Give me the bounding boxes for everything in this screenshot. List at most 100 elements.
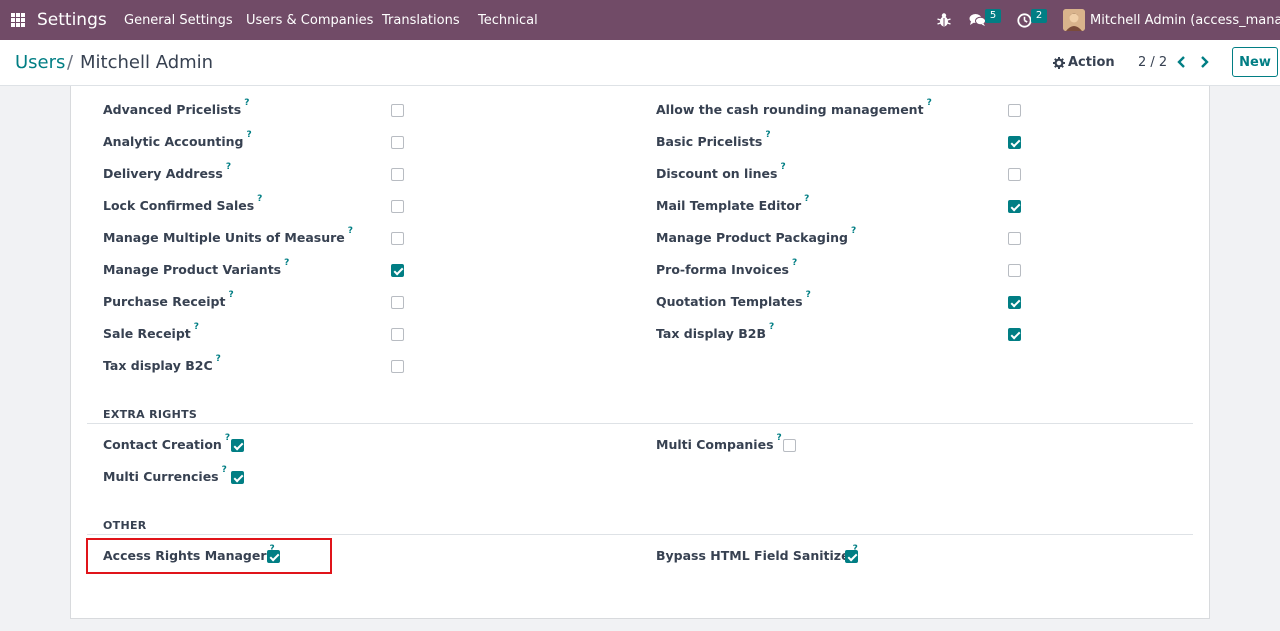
field-label: Manage Product Packaging [656, 229, 848, 245]
checkbox-delivery-address[interactable] [391, 168, 404, 181]
checkbox-product-variants[interactable] [391, 264, 404, 277]
help-tooltip-icon[interactable]: ? [244, 98, 249, 108]
help-tooltip-icon[interactable]: ? [257, 194, 262, 204]
field-label: Pro-forma Invoices [656, 261, 790, 277]
field-label: Analytic Accounting [103, 133, 244, 149]
field-label: Quotation Templates [656, 293, 803, 309]
top-navbar: Settings General Settings Users & Compan… [0, 0, 1280, 40]
checkbox-product-packaging[interactable] [1008, 232, 1021, 245]
menu-translations[interactable]: Translations [382, 13, 460, 28]
field-contact-creation: Contact Creation ? [103, 433, 230, 454]
messages-count-badge: 5 [985, 9, 1001, 23]
help-tooltip-icon[interactable]: ? [851, 226, 856, 236]
field-label: Delivery Address [103, 165, 223, 181]
menu-technical[interactable]: Technical [478, 13, 538, 28]
field-sale-receipt: Sale Receipt ? [103, 322, 199, 343]
help-tooltip-icon[interactable]: ? [804, 194, 809, 204]
checkbox-mail-template-editor[interactable] [1008, 200, 1021, 213]
field-label: Mail Template Editor [656, 197, 802, 213]
field-label: Multi Currencies [103, 468, 219, 484]
field-product-variants: Manage Product Variants ? [103, 258, 289, 279]
highlight-box [86, 538, 332, 574]
section-divider [87, 534, 1193, 535]
field-label: Manage Multiple Units of Measure [103, 229, 345, 245]
help-tooltip-icon[interactable]: ? [194, 322, 199, 332]
help-tooltip-icon[interactable]: ? [806, 290, 811, 300]
checkbox-quotation-templates[interactable] [1008, 296, 1021, 309]
checkbox-contact-creation[interactable] [231, 439, 244, 452]
action-menu-button[interactable]: Action [1053, 55, 1115, 70]
field-bypass-html-sanitize: Bypass HTML Field Sanitize ? [656, 544, 858, 565]
checkbox-tax-display-b2c[interactable] [391, 360, 404, 373]
chevron-left-icon[interactable] [1176, 54, 1188, 70]
checkbox-basic-pricelists[interactable] [1008, 136, 1021, 149]
help-tooltip-icon[interactable]: ? [246, 130, 251, 140]
help-tooltip-icon[interactable]: ? [780, 162, 785, 172]
help-tooltip-icon[interactable]: ? [226, 162, 231, 172]
debug-bug-icon[interactable] [937, 12, 951, 28]
checkbox-multi-companies[interactable] [783, 439, 796, 452]
app-brand[interactable]: Settings [37, 10, 107, 30]
field-label: Tax display B2C [103, 357, 213, 373]
help-tooltip-icon[interactable]: ? [228, 290, 233, 300]
field-label: Multi Companies [656, 436, 774, 452]
help-tooltip-icon[interactable]: ? [348, 226, 353, 236]
checkbox-lock-confirmed-sales[interactable] [391, 200, 404, 213]
menu-users-companies[interactable]: Users & Companies [246, 13, 373, 28]
checkbox-purchase-receipt[interactable] [391, 296, 404, 309]
field-multiple-uom: Manage Multiple Units of Measure ? [103, 226, 353, 247]
field-delivery-address: Delivery Address ? [103, 162, 231, 183]
chevron-right-icon[interactable] [1198, 54, 1210, 70]
checkbox-cash-rounding[interactable] [1008, 104, 1021, 117]
checkbox-advanced-pricelists[interactable] [391, 104, 404, 117]
pager-value[interactable]: 2 / 2 [1138, 55, 1167, 70]
messages-icon[interactable] [969, 13, 986, 27]
help-tooltip-icon[interactable]: ? [927, 98, 932, 108]
field-quotation-templates: Quotation Templates ? [656, 290, 811, 311]
field-mail-template-editor: Mail Template Editor ? [656, 194, 809, 215]
field-label: Allow the cash rounding management [656, 101, 924, 117]
field-pro-forma-invoices: Pro-forma Invoices ? [656, 258, 797, 279]
field-label: Lock Confirmed Sales [103, 197, 255, 213]
field-label: Purchase Receipt [103, 293, 226, 309]
breadcrumb-current-record: Mitchell Admin [80, 52, 214, 73]
checkbox-multi-currencies[interactable] [231, 471, 244, 484]
activities-count-badge: 2 [1031, 9, 1047, 23]
field-tax-display-b2c: Tax display B2C ? [103, 354, 221, 375]
user-avatar[interactable] [1063, 9, 1085, 31]
field-label: Sale Receipt [103, 325, 191, 341]
checkbox-discount-on-lines[interactable] [1008, 168, 1021, 181]
help-tooltip-icon[interactable]: ? [765, 130, 770, 140]
field-product-packaging: Manage Product Packaging ? [656, 226, 856, 247]
section-divider [87, 423, 1193, 424]
menu-general-settings[interactable]: General Settings [124, 13, 233, 28]
apps-menu-icon[interactable] [11, 13, 25, 27]
help-tooltip-icon[interactable]: ? [222, 465, 227, 475]
field-cash-rounding: Allow the cash rounding management ? [656, 98, 932, 119]
new-record-button[interactable]: New [1232, 47, 1278, 77]
control-panel: Users / Mitchell Admin Action 2 / 2 New [0, 40, 1280, 86]
section-title-extra-rights: EXTRA RIGHTS [103, 408, 198, 421]
help-tooltip-icon[interactable]: ? [284, 258, 289, 268]
breadcrumb-users-link[interactable]: Users [15, 52, 65, 73]
checkbox-sale-receipt[interactable] [391, 328, 404, 341]
checkbox-bypass-html-sanitize[interactable] [845, 550, 858, 563]
field-label: Tax display B2B [656, 325, 766, 341]
field-label: Discount on lines [656, 165, 778, 181]
help-tooltip-icon[interactable]: ? [225, 433, 230, 443]
checkbox-pro-forma-invoices[interactable] [1008, 264, 1021, 277]
field-tax-display-b2b: Tax display B2B ? [656, 322, 774, 343]
help-tooltip-icon[interactable]: ? [216, 354, 221, 364]
help-tooltip-icon[interactable]: ? [792, 258, 797, 268]
field-discount-on-lines: Discount on lines ? [656, 162, 786, 183]
section-title-other: OTHER [103, 519, 147, 532]
help-tooltip-icon[interactable]: ? [769, 322, 774, 332]
breadcrumb-separator: / [67, 52, 74, 73]
activities-clock-icon[interactable] [1017, 13, 1032, 28]
user-menu-name[interactable]: Mitchell Admin (access_manager) [1090, 13, 1280, 28]
help-tooltip-icon[interactable]: ? [777, 433, 782, 443]
checkbox-tax-display-b2b[interactable] [1008, 328, 1021, 341]
field-label: Manage Product Variants [103, 261, 282, 277]
checkbox-analytic-accounting[interactable] [391, 136, 404, 149]
checkbox-multiple-uom[interactable] [391, 232, 404, 245]
